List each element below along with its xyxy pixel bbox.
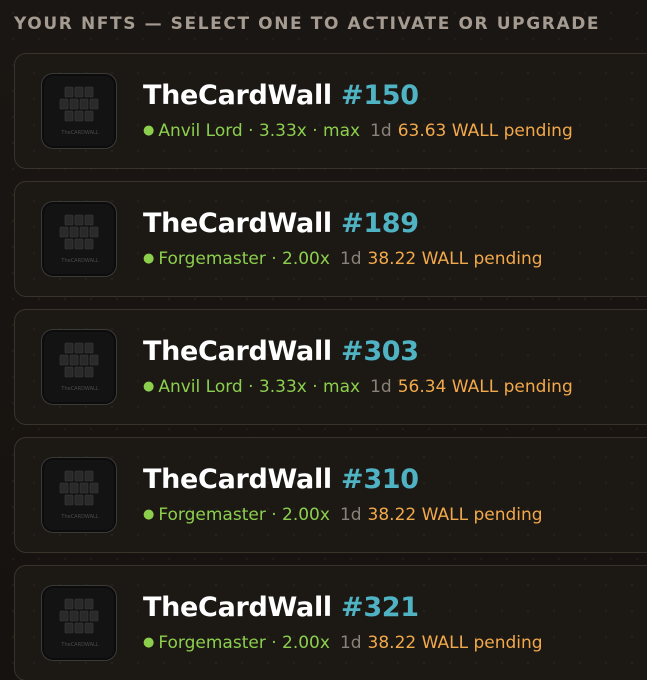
nft-collection: TheCardWall (143, 592, 332, 623)
nft-pending: 63.63 WALL pending (397, 121, 573, 141)
thumb-logo-text: TheCARDWALL (60, 258, 98, 264)
nft-tier: Forgemaster · 2.00x (158, 633, 330, 653)
thumb-logo-text: TheCARDWALL (60, 386, 98, 392)
nft-meta: ● Forgemaster · 2.00x 1d 38.22 WALL pending (143, 249, 543, 269)
nft-age: 1d (370, 121, 392, 141)
cardwall-logo-icon: TheCARDWALL (59, 214, 99, 264)
section-heading: YOUR NFTS — SELECT ONE TO ACTIVATE OR UP… (14, 14, 601, 34)
nft-meta: ● Forgemaster · 2.00x 1d 38.22 WALL pending (143, 505, 543, 525)
nft-number: #150 (341, 80, 419, 111)
cardwall-logo-icon: TheCARDWALL (59, 342, 99, 392)
active-dot-icon: ● (143, 635, 155, 650)
cardwall-logo-icon: TheCARDWALL (59, 470, 99, 520)
nft-number: #310 (341, 464, 419, 495)
cardwall-logo-icon: TheCARDWALL (59, 86, 99, 136)
nft-number: #321 (341, 592, 419, 623)
thumb-logo-text: TheCARDWALL (60, 514, 98, 520)
nft-thumbnail: TheCARDWALL (41, 585, 117, 661)
nft-list: TheCARDWALL TheCardWall #150 ● Anvil Lord… (14, 53, 647, 680)
nft-tier: Anvil Lord · 3.33x · max (158, 121, 361, 141)
active-dot-icon: ● (143, 379, 155, 394)
nft-collection: TheCardWall (143, 208, 332, 239)
nft-number: #189 (341, 208, 419, 239)
nft-title: TheCardWall #150 (143, 80, 419, 111)
nft-pending: 38.22 WALL pending (367, 249, 543, 269)
nft-card[interactable]: TheCARDWALL TheCardWall #310 ● Forgemaste… (14, 437, 647, 553)
nft-age: 1d (339, 249, 362, 269)
nft-number: #303 (341, 336, 419, 367)
nft-meta: ● Anvil Lord · 3.33x · max 1d 56.34 WALL pe… (143, 377, 573, 397)
active-dot-icon: ● (143, 123, 155, 138)
thumb-logo-text: TheCARDWALL (60, 130, 98, 136)
active-dot-icon: ● (143, 507, 155, 522)
nft-tier: Forgemaster · 2.00x (158, 249, 330, 269)
nft-title: TheCardWall #321 (143, 592, 419, 623)
nft-thumbnail: TheCARDWALL (41, 329, 117, 405)
nft-thumbnail: TheCARDWALL (41, 201, 117, 277)
nft-meta: ● Forgemaster · 2.00x 1d 38.22 WALL pending (143, 633, 543, 653)
nft-pending: 38.22 WALL pending (367, 505, 543, 525)
nft-card[interactable]: TheCARDWALL TheCardWall #150 ● Anvil Lord… (14, 53, 647, 169)
nft-pending: 56.34 WALL pending (397, 377, 573, 397)
nft-tier: Forgemaster · 2.00x (158, 505, 330, 525)
nft-collection: TheCardWall (143, 80, 332, 111)
nft-meta: ● Anvil Lord · 3.33x · max 1d 63.63 WALL pe… (143, 121, 573, 141)
nft-age: 1d (339, 633, 362, 653)
nft-age: 1d (339, 505, 362, 525)
nft-title: TheCardWall #303 (143, 336, 419, 367)
nft-card[interactable]: TheCARDWALL TheCardWall #189 ● Forgemaste… (14, 181, 647, 297)
thumb-logo-text: TheCARDWALL (60, 642, 98, 648)
nft-card[interactable]: TheCARDWALL TheCardWall #321 ● Forgemaste… (14, 565, 647, 680)
nft-card[interactable]: TheCARDWALL TheCardWall #303 ● Anvil Lord… (14, 309, 647, 425)
nft-collection: TheCardWall (143, 336, 332, 367)
nft-collection: TheCardWall (143, 464, 332, 495)
nft-thumbnail: TheCARDWALL (41, 457, 117, 533)
nft-tier: Anvil Lord · 3.33x · max (158, 377, 361, 397)
nft-pending: 38.22 WALL pending (367, 633, 543, 653)
active-dot-icon: ● (143, 251, 155, 266)
nft-title: TheCardWall #310 (143, 464, 419, 495)
nft-thumbnail: TheCARDWALL (41, 73, 117, 149)
cardwall-logo-icon: TheCARDWALL (59, 598, 99, 648)
nft-age: 1d (370, 377, 392, 397)
nft-title: TheCardWall #189 (143, 208, 419, 239)
